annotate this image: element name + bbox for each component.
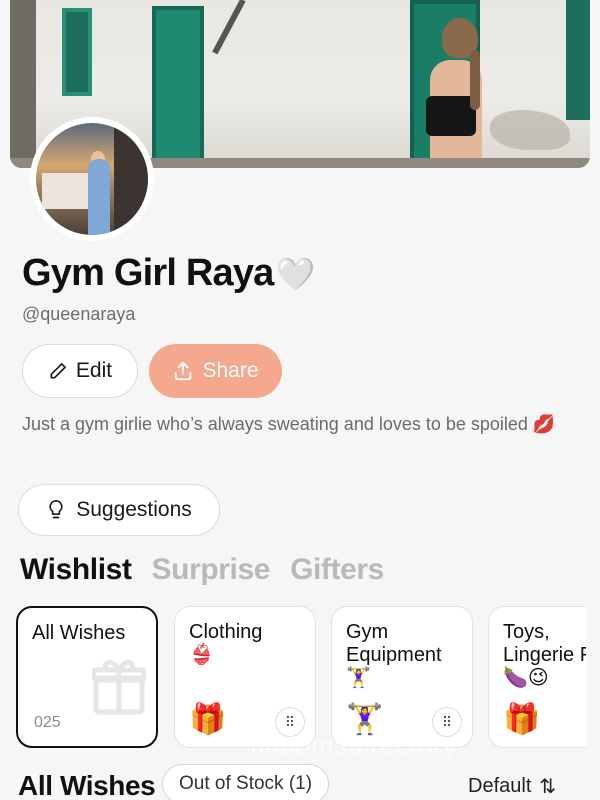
pencil-icon	[50, 363, 66, 379]
weightlifter-icon: 🏋️‍♀️	[346, 667, 371, 689]
category-card-toys-lingerie[interactable]: Toys, Lingerie Fun🍆😉 🎁	[488, 606, 586, 748]
tab-wishlist[interactable]: Wishlist	[20, 553, 132, 587]
category-title: All Wishes	[32, 622, 126, 644]
out-of-stock-filter[interactable]: Out of Stock (1)	[162, 764, 330, 800]
share-icon	[175, 361, 192, 381]
category-card-gym-equipment[interactable]: Gym Equipment 🏋️‍♀️ 🏋️‍♀️ ⠿	[331, 606, 473, 748]
edit-button[interactable]: Edit	[22, 344, 138, 398]
profile-name-text: Gym Girl Raya	[22, 252, 274, 294]
tab-surprise[interactable]: Surprise	[152, 553, 271, 587]
category-title: Toys, Lingerie Fun🍆😉	[503, 621, 586, 689]
profile-handle: @queenaraya	[22, 304, 136, 324]
share-button[interactable]: Share	[149, 344, 282, 398]
category-title: Clothing 👙	[189, 621, 263, 666]
suggestions-label: Suggestions	[76, 498, 192, 521]
watermark: findomsdirectory	[250, 730, 457, 760]
avatar[interactable]	[30, 117, 154, 241]
category-card-clothing[interactable]: Clothing 👙 🎁 ⠿	[174, 606, 316, 748]
gift-icon	[91, 656, 147, 726]
edit-button-label: Edit	[75, 359, 113, 382]
suggestions-button[interactable]: Suggestions	[18, 484, 220, 536]
profile-tabs: Wishlist Surprise Gifters	[20, 553, 384, 587]
profile-name: Gym Girl Raya🤍	[22, 252, 315, 295]
sort-label: Default	[468, 775, 532, 797]
category-card-all-wishes[interactable]: All Wishes 025	[16, 606, 158, 748]
lightbulb-icon	[49, 500, 63, 519]
gift-icon: 🎁	[503, 703, 541, 736]
sort-dropdown[interactable]: Default ⇅	[468, 774, 556, 799]
category-cards: All Wishes 025 Clothing 👙 🎁 ⠿ Gym Equipme…	[16, 606, 586, 748]
profile-bio: Just a gym girlie who’s always sweating …	[22, 414, 556, 434]
wish-count: 025	[34, 714, 61, 731]
sort-icon: ⇅	[539, 776, 557, 798]
gift-icon: 🎁	[189, 703, 227, 736]
list-title: All Wishes	[18, 770, 156, 800]
bikini-icon: 👙	[189, 644, 214, 666]
share-button-label: Share	[202, 359, 259, 382]
category-title: Gym Equipment 🏋️‍♀️	[346, 621, 442, 689]
white-heart-icon: 🤍	[275, 256, 316, 292]
tab-gifters[interactable]: Gifters	[290, 553, 384, 587]
